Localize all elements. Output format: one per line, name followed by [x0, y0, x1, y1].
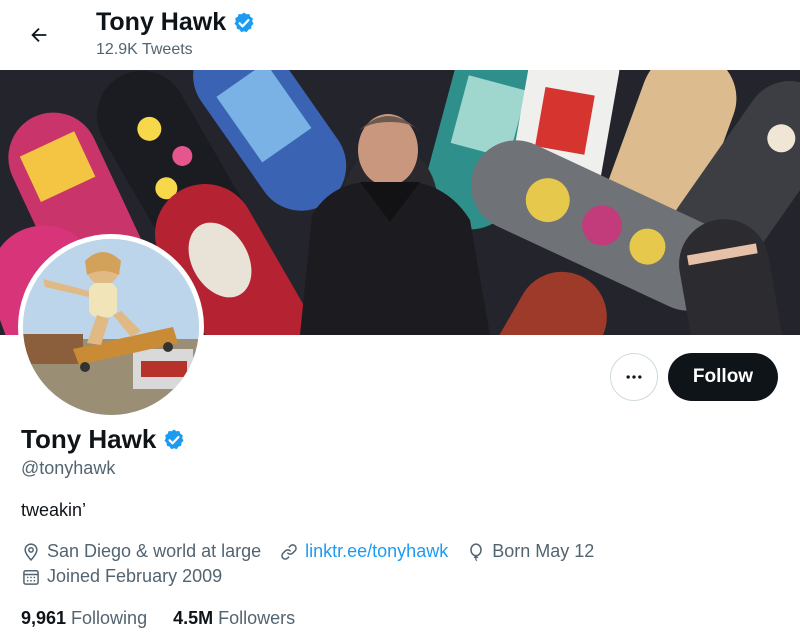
website-item: linktr.ee/tonyhawk [279, 541, 448, 562]
calendar-icon [23, 569, 39, 585]
profile-bio: tweakin’ [21, 500, 87, 520]
birthday-item: Born May 12 [466, 541, 594, 562]
followers-stat[interactable]: 4.5M Followers [173, 608, 295, 629]
tweet-count: 12.9K Tweets [96, 41, 193, 58]
following-stat[interactable]: 9,961 Following [21, 608, 147, 629]
arrow-left-icon [31, 27, 47, 43]
profile-header-bar: Tony Hawk 12.9K Tweets [0, 0, 800, 70]
following-count: 9,961 [21, 608, 67, 628]
verified-badge-icon [164, 429, 184, 449]
link-icon [281, 543, 297, 560]
profile-name-text: Tony Hawk [21, 424, 157, 454]
location-item: San Diego & world at large [21, 541, 261, 562]
birthday-text: Born May 12 [492, 541, 595, 561]
more-horizontal-icon [626, 375, 642, 379]
website-link[interactable]: linktr.ee/tonyhawk [305, 541, 448, 562]
profile-avatar[interactable] [18, 234, 204, 420]
followers-count: 4.5M [173, 608, 214, 628]
follow-stats: 9,961 Following 4.5M Followers [21, 608, 321, 629]
profile-meta-row: San Diego & world at large linktr.ee/ton… [21, 541, 612, 562]
profile-joined-row: Joined February 2009 [21, 566, 240, 587]
profile-handle: @tonyhawk [21, 458, 116, 478]
followers-label: Followers [218, 608, 296, 628]
following-label: Following [71, 608, 148, 628]
joined-item: Joined February 2009 [21, 566, 222, 587]
header-name: Tony Hawk [96, 8, 227, 36]
verified-badge-icon [234, 12, 254, 32]
location-pin-icon [24, 542, 38, 561]
follow-button[interactable]: Follow [668, 353, 778, 401]
avatar-photo [23, 239, 199, 415]
balloon-icon [470, 542, 482, 561]
back-button[interactable] [22, 18, 56, 52]
header-title: Tony Hawk [96, 8, 256, 37]
joined-text: Joined February 2009 [47, 566, 223, 586]
more-options-button[interactable] [610, 353, 658, 401]
profile-name: Tony Hawk [21, 424, 186, 455]
location-text: San Diego & world at large [47, 541, 262, 561]
